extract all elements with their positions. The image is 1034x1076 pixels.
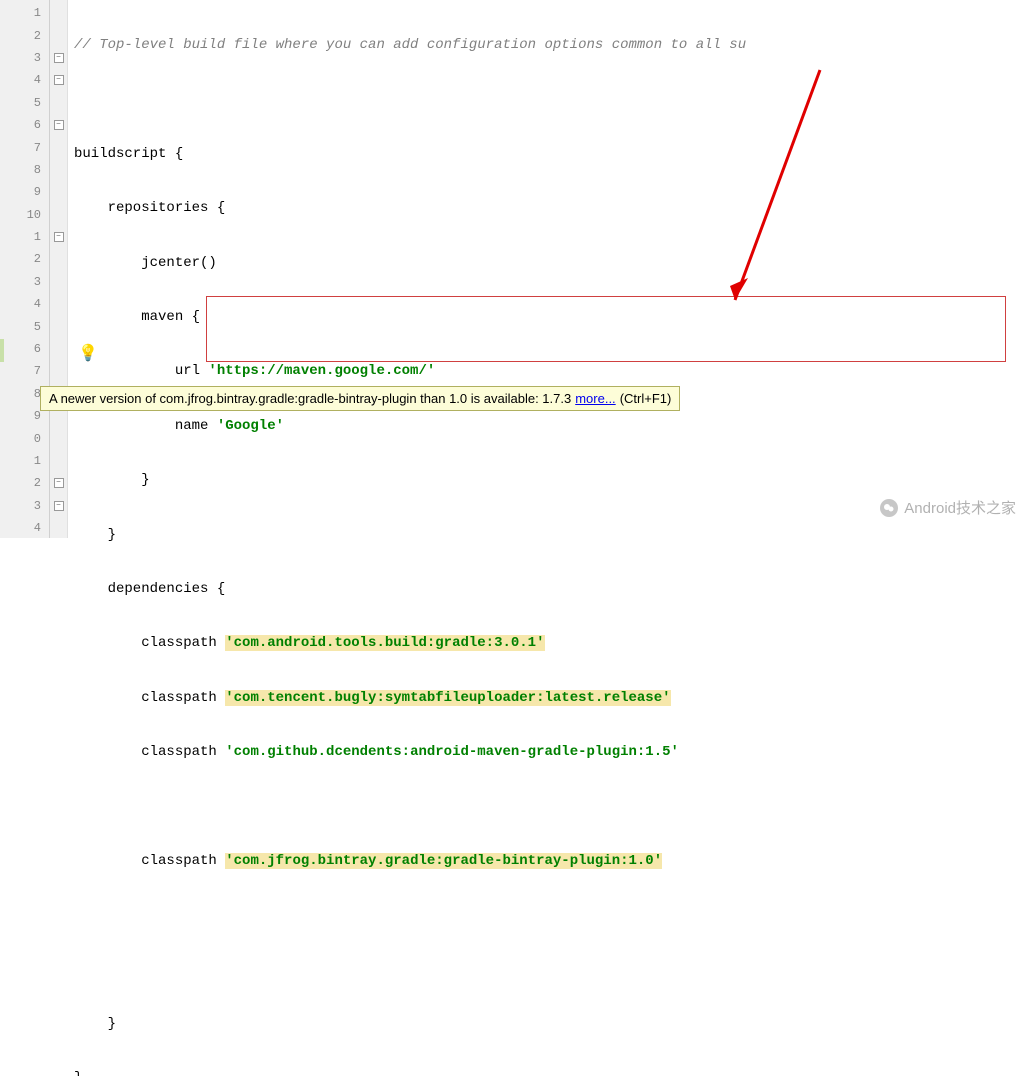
tooltip-more-link[interactable]: more... xyxy=(575,391,615,406)
code-text: dependencies { xyxy=(74,581,225,597)
fold-toggle-icon[interactable]: − xyxy=(54,232,64,242)
code-text: url xyxy=(74,363,208,379)
tooltip-text: A newer version of com.jfrog.bintray.gra… xyxy=(49,391,571,406)
line-number[interactable]: 7 xyxy=(0,136,49,158)
line-number[interactable]: 6 xyxy=(0,114,49,136)
line-number-gutter: 1 2 3 4 5 6 7 8 9 10 1 2 3 4 5 6 7 8 9 0… xyxy=(0,0,50,538)
line-number[interactable]: 10 xyxy=(0,204,49,226)
line-number[interactable]: 9 xyxy=(0,181,49,203)
fold-toggle-icon[interactable]: − xyxy=(54,75,64,85)
line-number[interactable]: 6 xyxy=(0,338,49,360)
code-editor: 1 2 3 4 5 6 7 8 9 10 1 2 3 4 5 6 7 8 9 0… xyxy=(0,0,1034,538)
line-number[interactable]: 4 xyxy=(0,517,49,539)
code-text: name xyxy=(74,418,217,434)
line-number[interactable]: 2 xyxy=(0,248,49,270)
code-text: } xyxy=(74,472,150,488)
code-text: } xyxy=(74,527,116,543)
fold-toggle-icon[interactable]: − xyxy=(54,501,64,511)
line-number[interactable]: 3 xyxy=(0,271,49,293)
code-text: } xyxy=(74,1016,116,1032)
code-string: 'com.jfrog.bintray.gradle:gradle-bintray… xyxy=(225,853,662,869)
code-text: classpath xyxy=(74,690,225,706)
fold-toggle-icon[interactable]: − xyxy=(54,120,64,130)
code-text: classpath xyxy=(74,853,225,869)
line-number[interactable]: 7 xyxy=(0,360,49,382)
change-marker xyxy=(0,339,4,362)
line-number[interactable]: 4 xyxy=(0,293,49,315)
line-number[interactable]: 1 xyxy=(0,450,49,472)
wechat-icon xyxy=(880,499,898,517)
code-string: 'Google' xyxy=(217,418,284,434)
code-text: classpath xyxy=(74,744,225,760)
inspection-tooltip: A newer version of com.jfrog.bintray.gra… xyxy=(40,386,680,411)
tooltip-shortcut: (Ctrl+F1) xyxy=(620,391,672,406)
code-string: 'com.github.dcendents:android-maven-grad… xyxy=(225,744,679,760)
code-comment: // Top-level build file where you can ad… xyxy=(74,37,746,53)
lightbulb-icon[interactable]: 💡 xyxy=(78,343,98,363)
line-number[interactable]: 2 xyxy=(0,472,49,494)
code-string: 'https://maven.google.com/' xyxy=(208,363,435,379)
fold-toggle-icon[interactable]: − xyxy=(54,478,64,488)
line-number[interactable]: 3 xyxy=(0,495,49,517)
code-string: 'com.tencent.bugly:symtabfileuploader:la… xyxy=(225,690,670,706)
line-number[interactable]: 5 xyxy=(0,92,49,114)
line-number[interactable]: 3 xyxy=(0,47,49,69)
fold-gutter: − − − − − − xyxy=(50,0,68,538)
line-number[interactable]: 1 xyxy=(0,2,49,24)
code-text: repositories { xyxy=(74,200,225,216)
code-text: } xyxy=(74,1070,82,1076)
line-number[interactable]: 1 xyxy=(0,226,49,248)
code-string: 'com.android.tools.build:gradle:3.0.1' xyxy=(225,635,544,651)
watermark-text: Android技术之家 xyxy=(904,497,1016,518)
line-number[interactable]: 5 xyxy=(0,315,49,337)
line-number[interactable]: 2 xyxy=(0,24,49,46)
line-number[interactable]: 0 xyxy=(0,427,49,449)
fold-toggle-icon[interactable]: − xyxy=(54,53,64,63)
watermark: Android技术之家 xyxy=(880,497,1016,518)
code-content[interactable]: // Top-level build file where you can ad… xyxy=(68,0,1034,538)
code-text: maven { xyxy=(74,309,200,325)
line-number[interactable]: 4 xyxy=(0,69,49,91)
code-text: classpath xyxy=(74,635,225,651)
code-text: jcenter() xyxy=(74,255,217,271)
code-text: buildscript { xyxy=(74,146,183,162)
line-number[interactable]: 8 xyxy=(0,159,49,181)
